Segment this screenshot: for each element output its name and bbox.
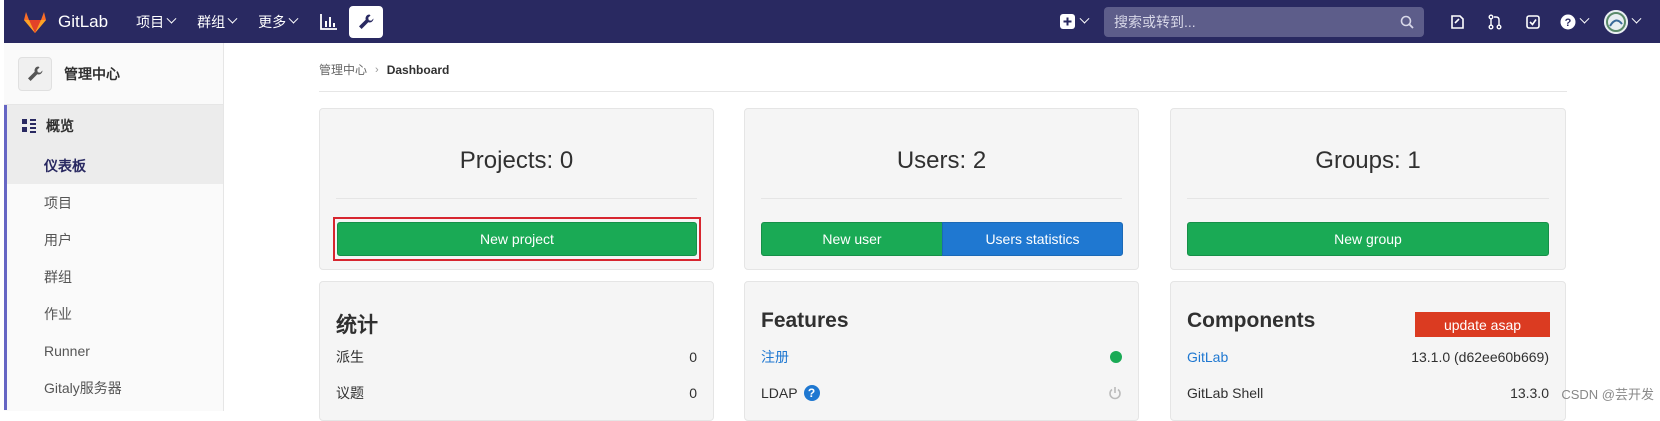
breadcrumb-divider [319, 91, 1567, 92]
brand-name: GitLab [58, 11, 109, 31]
stat-row-issues: 议题 0 [336, 382, 697, 404]
component-row-gitlab-shell: GitLab Shell 13.3.0 [1187, 382, 1549, 404]
gitlab-logo-link[interactable]: GitLab [22, 10, 108, 34]
stat-label: 派生 [336, 349, 364, 365]
chevron-right-icon: › [375, 63, 379, 76]
issues-icon[interactable] [1446, 11, 1468, 33]
wrench-icon [18, 56, 52, 91]
search-icon [1400, 15, 1414, 29]
sidebar-header[interactable]: 管理中心 [4, 43, 223, 105]
svg-text:?: ? [1565, 17, 1572, 29]
new-user-button[interactable]: New user [761, 222, 943, 256]
sidebar-item-dashboard[interactable]: 仪表板 [4, 147, 223, 184]
question-circle-icon: ? [1560, 14, 1576, 29]
sidebar-title: 管理中心 [64, 65, 120, 82]
active-section-marker [4, 105, 7, 410]
menu-projects[interactable]: 项目 [136, 12, 177, 32]
components-title: Components [1187, 309, 1316, 332]
chevron-down-icon [288, 13, 299, 24]
sidebar-item-jobs[interactable]: 作业 [4, 295, 223, 332]
stat-value: 0 [689, 349, 697, 365]
statistics-card: 统计 派生 0 议题 0 [319, 281, 714, 421]
ldap-feature-label: LDAP [761, 385, 798, 401]
chevron-down-icon [227, 13, 238, 24]
feature-row-signup: 注册 [761, 346, 1122, 368]
search-box[interactable] [1104, 6, 1424, 37]
merge-requests-icon[interactable] [1484, 11, 1506, 33]
features-card: Features 注册 LDAP ? [744, 281, 1139, 421]
activity-chart-icon[interactable] [319, 12, 339, 32]
components-card: Components update asap GitLab 13.1.0 (d6… [1170, 281, 1566, 421]
plus-square-icon [1060, 14, 1075, 29]
divider [761, 198, 1122, 199]
signup-feature-link[interactable]: 注册 [761, 347, 789, 367]
menu-groups[interactable]: 群组 [197, 12, 238, 32]
sidebar-item-projects[interactable]: 项目 [4, 184, 223, 221]
gitlab-component-link[interactable]: GitLab [1187, 349, 1228, 365]
users-count: Users: 2 [896, 147, 987, 174]
sidebar-item-overview-label: 概览 [46, 118, 74, 134]
sidebar-item-groups[interactable]: 群组 [4, 258, 223, 295]
sidebar-item-runners[interactable]: Runner [4, 332, 223, 369]
breadcrumb-admin-link[interactable]: 管理中心 [319, 61, 367, 78]
sidebar-item-gitaly-servers[interactable]: Gitaly服务器 [4, 369, 223, 406]
avatar [1604, 9, 1628, 34]
menu-groups-label: 群组 [197, 13, 226, 30]
stat-value: 0 [689, 385, 697, 401]
menu-projects-label: 项目 [136, 13, 165, 30]
help-dropdown-button[interactable]: ? [1560, 13, 1590, 30]
sidebar-item-overview[interactable]: 概览 [4, 105, 223, 147]
chevron-down-icon [1631, 13, 1642, 24]
chevron-down-icon [166, 13, 177, 24]
breadcrumb-current[interactable]: Dashboard [387, 63, 450, 77]
component-label: GitLab Shell [1187, 385, 1264, 401]
users-statistics-button[interactable]: Users statistics [942, 222, 1123, 256]
todos-icon[interactable] [1522, 11, 1544, 33]
gitlab-fox-icon [24, 11, 46, 33]
new-group-button[interactable]: New group [1187, 222, 1549, 256]
menu-more[interactable]: 更多 [258, 12, 299, 32]
admin-area-wrench-icon[interactable] [349, 5, 384, 38]
chevron-down-icon [1079, 13, 1090, 24]
stat-label: 议题 [336, 385, 364, 401]
feature-row-ldap: LDAP ? [761, 382, 1122, 404]
menu-more-label: 更多 [258, 13, 287, 30]
stat-row-forks: 派生 0 [336, 346, 697, 368]
search-input[interactable] [1114, 13, 1400, 30]
statistics-title: 统计 [336, 314, 378, 337]
sidebar: 管理中心 概览 仪表板 项目 用户 群组 作业 Runner Gitaly服务器 [4, 43, 224, 411]
new-dropdown-button[interactable] [1060, 13, 1090, 29]
top-navbar: GitLab 项目 群组 更多 ? [4, 0, 1660, 43]
breadcrumb: 管理中心 › Dashboard [319, 61, 449, 78]
user-menu-button[interactable] [1604, 9, 1642, 34]
update-asap-badge[interactable]: update asap [1415, 312, 1550, 337]
features-title: Features [761, 309, 849, 332]
sidebar-item-users[interactable]: 用户 [4, 221, 223, 258]
question-circle-icon[interactable]: ? [803, 385, 820, 401]
projects-count: Projects: 0 [459, 147, 574, 174]
divider [1187, 198, 1549, 199]
new-project-button[interactable]: New project [337, 222, 697, 256]
component-row-gitlab: GitLab 13.1.0 (d62ee60b669) [1187, 346, 1549, 368]
status-enabled-dot-icon [1110, 351, 1122, 363]
component-version: 13.1.0 (d62ee60b669) [1411, 349, 1549, 365]
chevron-down-icon [1579, 13, 1590, 24]
component-version: 13.3.0 [1510, 385, 1549, 401]
overview-grid-icon [22, 119, 36, 133]
power-off-icon [1109, 387, 1121, 400]
watermark-text: CSDN @芸开发 [1561, 387, 1654, 402]
groups-count: Groups: 1 [1315, 147, 1421, 174]
divider [336, 198, 697, 199]
